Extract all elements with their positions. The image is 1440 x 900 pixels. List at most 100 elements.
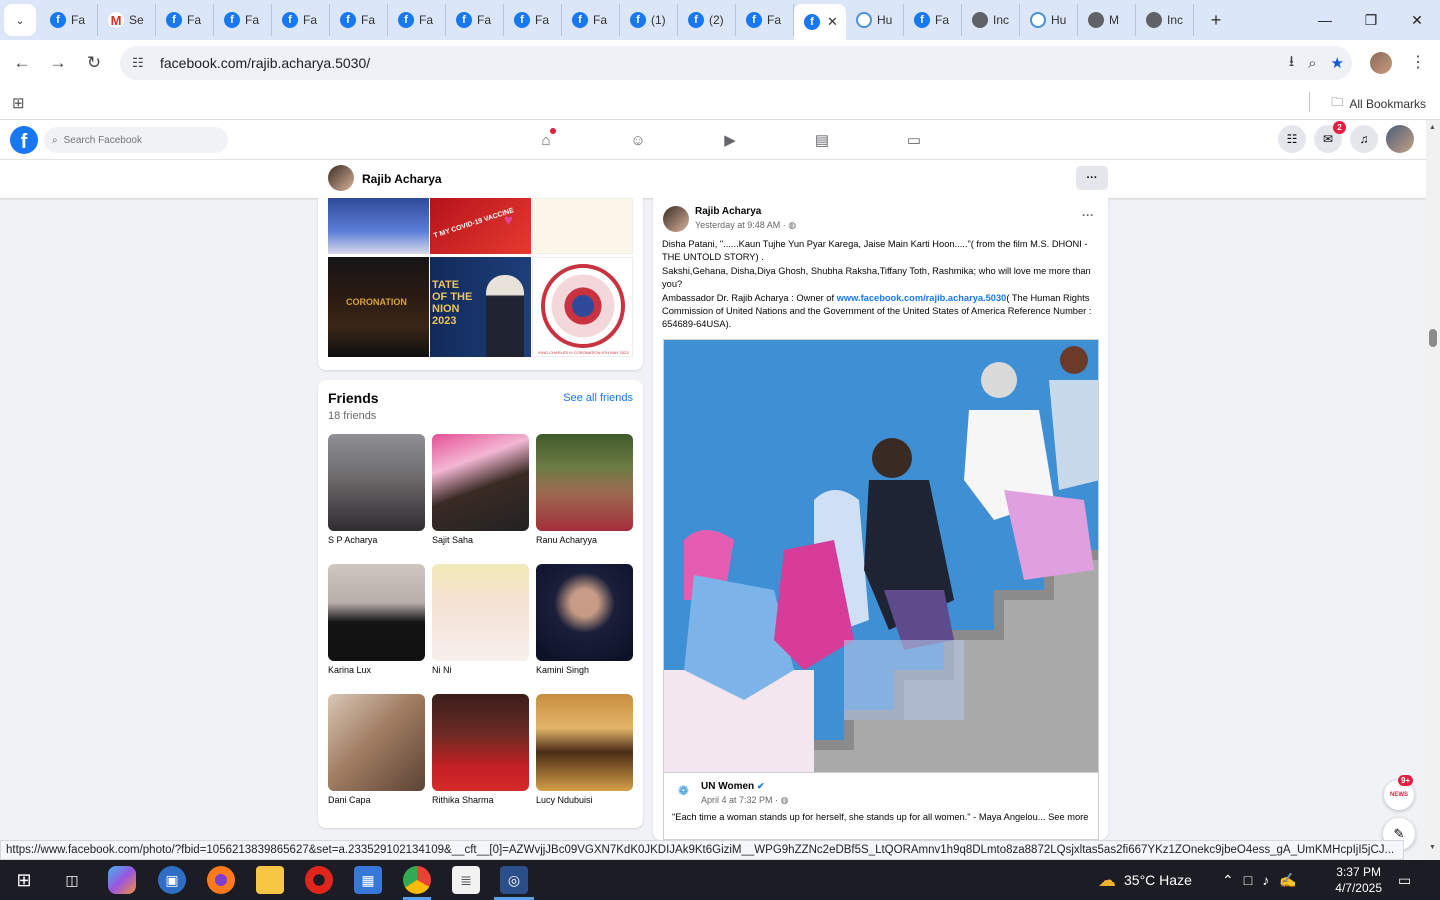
friend-item[interactable]: S P Acharya [328, 434, 425, 545]
photo-thumb[interactable]: KING CHARLES III CORONATION 6TH MAY 2023 [532, 257, 633, 357]
url-text[interactable]: facebook.com/rajib.acharya.5030/ [160, 55, 370, 71]
photo-thumb[interactable]: CORONATION [328, 257, 429, 357]
new-tab-button[interactable]: + [1202, 6, 1230, 34]
tab[interactable]: f Fa [272, 4, 330, 36]
app-icon[interactable]: ◎ [500, 866, 528, 894]
scroll-up-icon[interactable]: ▲ [1429, 124, 1436, 131]
friend-item[interactable]: Kamini Singh [536, 564, 633, 675]
close-icon[interactable]: ✕ [827, 14, 838, 30]
friend-name[interactable]: Dani Capa [328, 795, 425, 805]
friend-name[interactable]: Karina Lux [328, 665, 425, 675]
page-scrollbar[interactable]: ▲ ▼ [1426, 120, 1440, 858]
facebook-logo-icon[interactable]: f [10, 126, 38, 154]
app-icon[interactable]: ▣ [158, 866, 186, 894]
profile-name[interactable]: Rajib Acharya [362, 172, 442, 186]
photo-thumb[interactable] [532, 198, 633, 254]
un-women-logo-icon[interactable]: ❁ [678, 783, 694, 801]
shared-text[interactable]: "Each time a woman stands up for herself… [672, 811, 1092, 825]
browser-profile-avatar[interactable] [1370, 52, 1392, 74]
friend-photo[interactable] [432, 564, 529, 661]
windows-start-icon[interactable]: ⊞ [10, 866, 38, 894]
close-window-button[interactable]: ✕ [1394, 0, 1440, 40]
tab[interactable]: M Se [98, 4, 156, 36]
friend-item[interactable]: Karina Lux [328, 564, 425, 675]
tab[interactable]: M [1078, 4, 1136, 36]
friend-item[interactable]: Rithika Sharma [432, 694, 529, 805]
photo-thumb[interactable]: TATE OF THE NION 2023 [430, 257, 531, 357]
weather-widget[interactable]: ☁ 35°C Haze [1098, 860, 1192, 900]
system-clock[interactable]: 3:37 PM 4/7/2025 [1335, 864, 1382, 896]
nav-gaming[interactable]: ▭ [868, 120, 960, 160]
account-avatar[interactable] [1386, 125, 1414, 153]
friend-item[interactable]: Sajit Saha [432, 434, 529, 545]
tab[interactable]: f Fa [562, 4, 620, 36]
friend-photo[interactable] [432, 694, 529, 791]
friend-name[interactable]: Kamini Singh [536, 665, 633, 675]
nav-friends[interactable]: ☺ [592, 120, 684, 160]
friend-item[interactable]: Ranu Acharyya [536, 434, 633, 545]
chrome-icon[interactable] [403, 866, 431, 894]
network-icon[interactable]: □ [1244, 872, 1252, 888]
see-all-friends-link[interactable]: See all friends [563, 392, 633, 404]
tab[interactable]: f Fa [330, 4, 388, 36]
copilot-icon[interactable] [108, 866, 136, 894]
scroll-down-icon[interactable]: ▼ [1429, 844, 1436, 851]
profile-link[interactable]: www.facebook.com/rajib.acharya.5030 [837, 293, 1007, 303]
shared-timestamp[interactable]: April 4 at 7:32 PM · ◍ [701, 795, 788, 806]
friend-item[interactable]: Dani Capa [328, 694, 425, 805]
tab[interactable]: f Fa [504, 4, 562, 36]
tab[interactable]: Inc [962, 4, 1020, 36]
nav-home[interactable]: ⌂ [500, 120, 592, 160]
tab[interactable]: f Fa [388, 4, 446, 36]
reload-button[interactable]: ↻ [76, 45, 112, 81]
firefox-icon[interactable] [207, 866, 235, 894]
photo-thumb[interactable]: T MY COVID-19 VACCINE ♥ [430, 198, 531, 254]
post-timestamp[interactable]: Yesterday at 9:48 AM · ◍ [695, 220, 796, 231]
task-view-icon[interactable]: ◫ [58, 866, 86, 894]
friend-name[interactable]: Sajit Saha [432, 535, 529, 545]
menu-button[interactable]: ☷ [1278, 125, 1306, 153]
messenger-button[interactable]: ✉ 2 [1314, 121, 1346, 153]
tab[interactable]: Hu [1020, 4, 1078, 36]
friend-photo[interactable] [536, 694, 633, 791]
chevron-up-icon[interactable]: ⌃ [1222, 872, 1234, 889]
facebook-search[interactable]: ⌕ [44, 127, 228, 153]
address-bar[interactable]: ☷ facebook.com/rajib.acharya.5030/ ⭳ ⌕ ★ [120, 46, 1352, 80]
friend-photo[interactable] [328, 694, 425, 791]
tab[interactable]: f Fa [736, 4, 794, 36]
nav-video[interactable]: ▶ [684, 120, 776, 160]
forward-button[interactable]: → [40, 45, 76, 81]
tab[interactable]: f (1) [620, 4, 678, 36]
friend-item[interactable]: Lucy Ndubuisi [536, 694, 633, 805]
volume-icon[interactable]: ♪ [1262, 872, 1269, 888]
all-bookmarks-button[interactable]: 🗀 All Bookmarks [1331, 93, 1426, 114]
friends-title[interactable]: Friends [328, 390, 379, 406]
notifications-button[interactable]: ♫ [1350, 125, 1378, 153]
nav-marketplace[interactable]: ▤ [776, 120, 868, 160]
friend-photo[interactable] [432, 434, 529, 531]
friend-item[interactable]: Ni Ni [432, 564, 529, 675]
tab[interactable]: f Fa [156, 4, 214, 36]
friend-name[interactable]: Lucy Ndubuisi [536, 795, 633, 805]
store-icon[interactable]: ▦ [354, 866, 382, 894]
friend-name[interactable]: Rithika Sharma [432, 795, 529, 805]
photo-thumb[interactable] [328, 198, 429, 254]
post-image[interactable] [663, 339, 1099, 773]
tab[interactable]: Inc [1136, 4, 1194, 36]
tab[interactable]: Hu [846, 4, 904, 36]
tab[interactable]: f Fa [446, 4, 504, 36]
notepad-icon[interactable]: ≣ [452, 866, 480, 894]
tab-active[interactable]: f ✕ [794, 4, 846, 40]
scrollbar-thumb[interactable] [1429, 329, 1437, 347]
browser-menu-icon[interactable]: ⋮ [1410, 52, 1426, 72]
post-options-button[interactable]: ··· [1082, 208, 1094, 222]
site-settings-icon[interactable]: ☷ [132, 55, 154, 71]
pen-icon[interactable]: ✍ [1279, 872, 1296, 889]
tab[interactable]: f Fa [40, 4, 98, 36]
tab[interactable]: f (2) [678, 4, 736, 36]
friend-photo[interactable] [536, 434, 633, 531]
install-app-icon[interactable]: ⭳ [1289, 51, 1294, 76]
friend-photo[interactable] [536, 564, 633, 661]
profile-more-button[interactable]: ··· [1076, 166, 1108, 190]
friend-photo[interactable] [328, 434, 425, 531]
